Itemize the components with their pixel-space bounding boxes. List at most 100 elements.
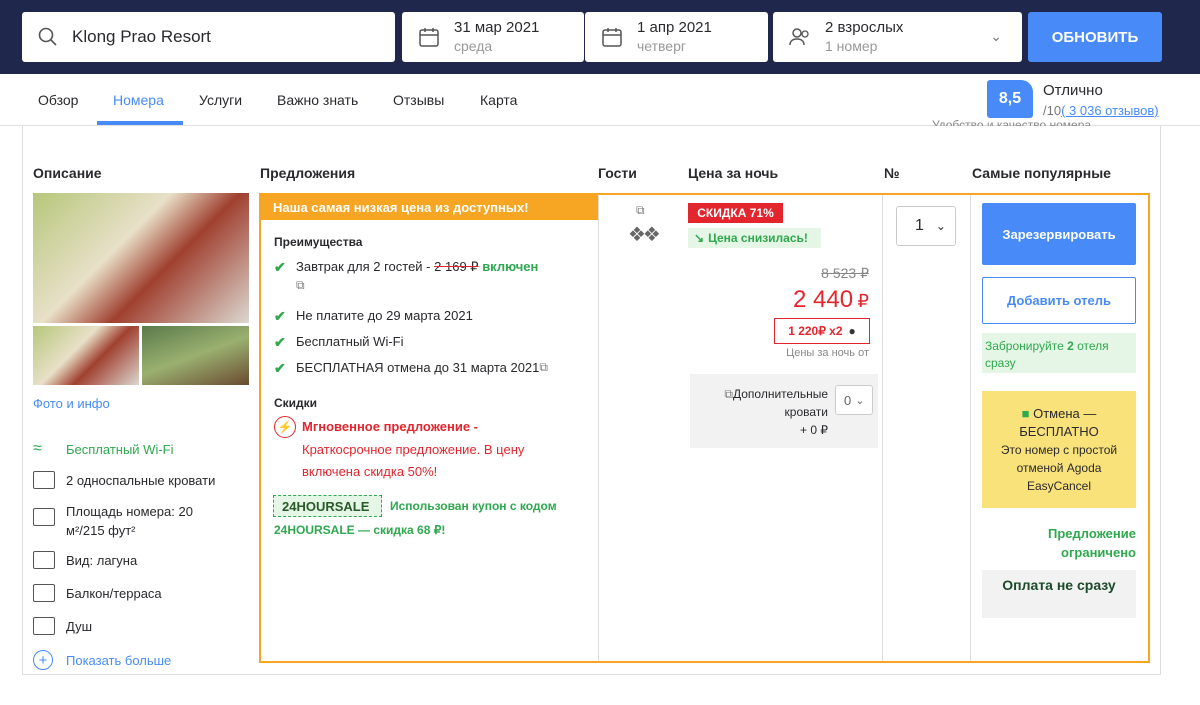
checkout-date-text: 1 апр 2021 xyxy=(637,19,712,36)
room-photo-main[interactable] xyxy=(33,193,249,323)
checkout-date[interactable]: 1 апр 2021 четверг xyxy=(585,12,768,62)
chevron-down-icon: ⌄ xyxy=(855,394,865,407)
col-header-popular: Самые популярные xyxy=(972,165,1111,181)
cut-off-text: Удобство и качество номера xyxy=(932,119,1092,126)
hotel-name: Klong Prao Resort xyxy=(72,27,211,46)
lightning-icon: ⚡ xyxy=(274,416,296,438)
divider xyxy=(882,195,883,661)
check-icon: ✔ xyxy=(274,308,286,324)
search-icon xyxy=(38,27,57,46)
extra-bed-label: ⧉Дополнительные кровати + 0 ₽ xyxy=(724,387,828,437)
benefit-cancel: ✔ БЕСПЛАТНАЯ отмена до 31 марта 2021 ⧉ xyxy=(274,360,548,376)
popup-icon[interactable]: ⧉ xyxy=(539,360,548,375)
active-tab-indicator xyxy=(97,121,183,125)
col-header-price: Цена за ночь xyxy=(688,165,779,181)
shield-icon: ■ xyxy=(1021,406,1030,421)
old-price: 8 523 ₽ xyxy=(821,265,869,281)
check-icon: ✔ xyxy=(274,259,286,275)
checkin-date[interactable]: 31 мар 2021 среда xyxy=(402,12,584,62)
tab-reviews[interactable]: Отзывы xyxy=(393,92,444,108)
wifi-icon: ≈ xyxy=(33,440,42,457)
checkout-day: четверг xyxy=(637,38,686,54)
photos-info-link[interactable]: Фото и инфо xyxy=(33,396,110,411)
two-guests-icon: ❖❖ xyxy=(628,224,661,246)
per-night-note: Цены за ночь от xyxy=(786,347,869,359)
add-hotel-button[interactable]: Добавить отель xyxy=(982,277,1136,324)
plus-circle-icon: + xyxy=(33,650,53,670)
book-multiple-hint: Забронируйте 2 отеля сразу xyxy=(982,333,1136,373)
price-split-box: 1 220₽ x2 ● xyxy=(774,318,870,344)
tab-overview[interactable]: Обзор xyxy=(38,92,78,108)
bed-icon xyxy=(33,471,55,489)
check-icon: ✔ xyxy=(274,334,286,350)
extra-bed-select[interactable]: 0 ⌄ xyxy=(835,385,873,415)
limited-offer: Предложение ограничено xyxy=(1048,526,1136,560)
amenity-beds: 2 односпальные кровати xyxy=(33,471,215,489)
lowest-price-banner: Наша самая низкая цена из доступных! xyxy=(261,195,598,220)
show-more-link[interactable]: + Показать больше xyxy=(33,650,171,670)
reviews-link[interactable]: ( 3 036 отзывов) xyxy=(1061,103,1159,118)
tab-rooms[interactable]: Номера xyxy=(113,92,164,108)
coupon-text: Использован купон с кодом xyxy=(390,499,557,513)
room-photo-3[interactable] xyxy=(142,326,249,385)
instant-deal-desc-2: включена скидка 50%! xyxy=(302,464,438,479)
col-header-description: Описание xyxy=(33,165,102,181)
popup-icon[interactable]: ⧉ xyxy=(724,387,733,401)
guests-selector[interactable]: 2 взрослых 1 номер ⌄ xyxy=(773,12,1022,62)
new-price: 2 440 ₽ xyxy=(793,286,869,313)
tab-services[interactable]: Услуги xyxy=(199,92,242,108)
benefit-breakfast: ✔ Завтрак для 2 гостей - 2 169 ₽ включен ⧉ xyxy=(274,259,539,293)
rating-scale: /10 xyxy=(1043,103,1062,118)
popup-icon[interactable]: ⧉ xyxy=(636,203,645,218)
hotel-search-input[interactable]: Klong Prao Resort xyxy=(22,12,395,62)
shower-icon xyxy=(33,617,55,635)
calendar-checkin-icon xyxy=(419,28,439,47)
discounts-title: Скидки xyxy=(274,396,318,410)
price-dropped-badge: ↘ Цена снизилась! xyxy=(688,228,821,248)
benefit-pay-later: ✔ Не платите до 29 марта 2021 xyxy=(274,308,473,324)
col-header-number: № xyxy=(884,165,900,181)
amenity-area: Площадь номера: 20 м²/215 фут² xyxy=(33,502,193,540)
balcony-icon xyxy=(33,584,55,602)
window-icon xyxy=(33,551,55,569)
divider xyxy=(970,195,971,661)
checkin-date-text: 31 мар 2021 xyxy=(454,19,540,36)
calendar-checkout-icon xyxy=(602,28,622,47)
tab-important[interactable]: Важно знать xyxy=(277,92,358,108)
amenity-balcony: Балкон/терраса xyxy=(33,584,162,602)
rooms-count: 1 номер xyxy=(825,38,878,54)
coupon-code-badge: 24HOURSALE xyxy=(273,495,382,517)
chevron-down-icon: ⌄ xyxy=(935,219,946,233)
pay-later-box: Оплата не сразу xyxy=(982,570,1136,618)
room-qty-select[interactable]: 1 ⌄ xyxy=(896,206,956,246)
benefits-title: Преимущества xyxy=(274,235,363,249)
house-icon xyxy=(33,508,55,526)
person-icon: ● xyxy=(848,324,856,338)
rating-label: Отлично xyxy=(1043,82,1103,99)
instant-deal-desc: Краткосрочное предложение. В цену xyxy=(302,442,525,457)
rating-score-badge: 8,5 xyxy=(987,80,1033,118)
trend-down-icon: ↘ xyxy=(694,231,705,245)
room-photo-2[interactable] xyxy=(33,326,139,385)
amenity-wifi: ≈ Бесплатный Wi-Fi xyxy=(33,440,174,457)
adults-count: 2 взрослых xyxy=(825,19,904,36)
col-header-offers: Предложения xyxy=(260,165,356,181)
instant-deal-title: Мгновенное предложение - xyxy=(302,419,478,434)
people-icon xyxy=(789,28,809,46)
rating-sub: /10( 3 036 отзывов) xyxy=(1043,103,1159,118)
easy-cancel-box: ■ Отмена — БЕСПЛАТНО Это номер с простой от… xyxy=(982,391,1136,508)
chevron-down-icon: ⌄ xyxy=(990,28,1002,44)
tab-map[interactable]: Карта xyxy=(480,92,517,108)
amenity-shower: Душ xyxy=(33,617,92,635)
divider xyxy=(598,195,599,661)
col-header-guests: Гости xyxy=(598,165,637,181)
popup-icon[interactable]: ⧉ xyxy=(296,278,538,293)
amenity-view: Вид: лагуна xyxy=(33,551,137,569)
benefit-wifi: ✔ Бесплатный Wi-Fi xyxy=(274,334,404,350)
checkin-day: среда xyxy=(454,38,493,54)
check-icon: ✔ xyxy=(274,360,286,376)
discount-badge: СКИДКА 71% xyxy=(688,203,783,223)
coupon-text-2: 24HOURSALE — скидка 68 ₽! xyxy=(274,523,446,537)
update-button[interactable]: ОБНОВИТЬ xyxy=(1028,12,1162,62)
book-button[interactable]: Зарезервировать xyxy=(982,203,1136,265)
